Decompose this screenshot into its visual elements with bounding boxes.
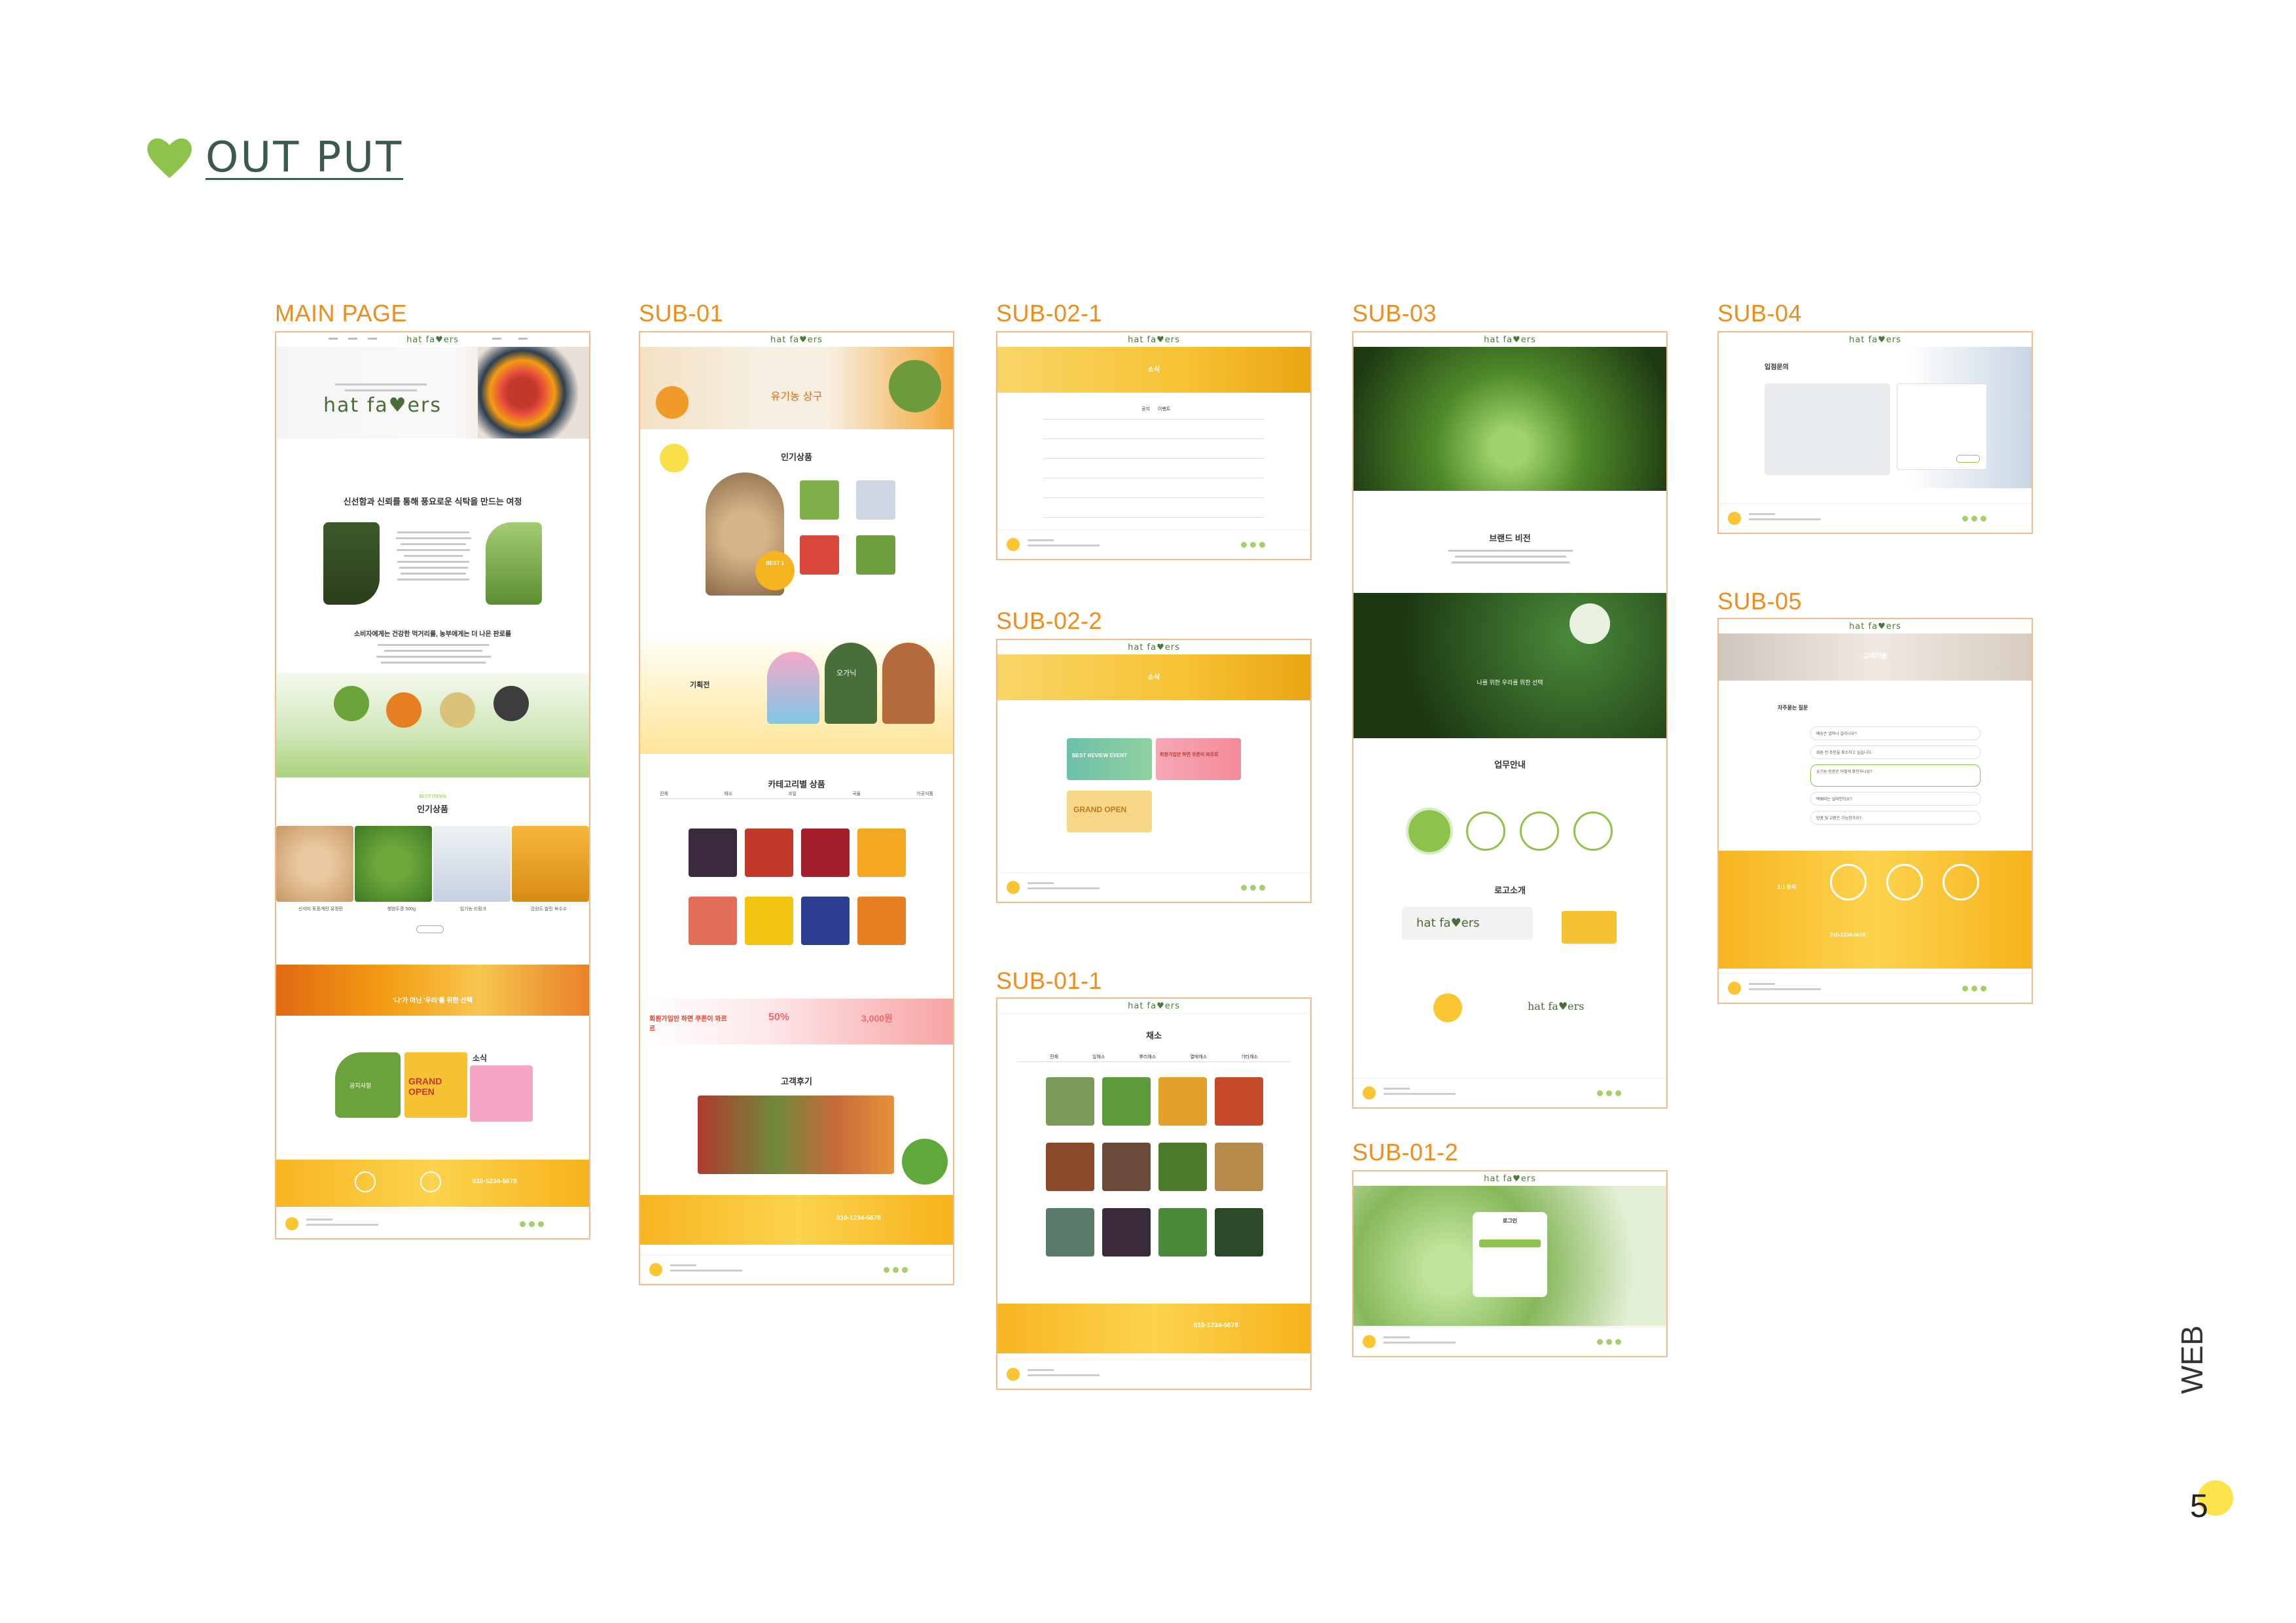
faq-item-5[interactable]: 반품 및 교환은 가능한가요? bbox=[1810, 811, 1981, 825]
category-title: 카테고리별 상품 bbox=[768, 779, 825, 789]
popular-item-1[interactable]: 신석미 토종계란 유정란 bbox=[298, 906, 343, 912]
brand-title: 브랜드 비전 bbox=[1489, 533, 1531, 543]
sub0202-logo[interactable]: hat fa♥ers bbox=[1128, 643, 1180, 652]
sub01-phone: 010-1234-5678 bbox=[836, 1215, 881, 1222]
sub05-banner-title: 고객지원 bbox=[1863, 653, 1888, 660]
cat-tab-grain[interactable]: 곡물 bbox=[852, 791, 861, 797]
sub04-label: SUB-04 bbox=[1717, 300, 1803, 327]
sub0202-panel: hat fa♥ers 소식 BEST REVIEW EVENT 회원가입만 하면… bbox=[996, 639, 1312, 903]
review-title: 고객후기 bbox=[781, 1077, 812, 1086]
sub05-phone: 010-1234-5678 bbox=[1830, 932, 1866, 938]
sub0102-panel: hat fa♥ers 로그인 bbox=[1352, 1170, 1668, 1357]
page-header: OUT PUT bbox=[145, 134, 403, 182]
main-hero: hat fa♥ers bbox=[276, 347, 589, 438]
main-banner-text: '나'가 아닌 '우리'를 위한 선택 bbox=[393, 997, 473, 1005]
sub01-label: SUB-01 bbox=[639, 300, 724, 327]
faq-item-4[interactable]: 택배비는 얼마인가요? bbox=[1810, 792, 1981, 806]
cat-tab-fruit[interactable]: 과일 bbox=[788, 791, 797, 797]
heart-icon bbox=[147, 138, 192, 178]
page-title: OUT PUT bbox=[206, 134, 404, 182]
tab-notice[interactable]: 공지 bbox=[1141, 406, 1150, 412]
main-section1-title: 신선함과 신뢰를 통해 풍요로운 식탁을 만드는 여정 bbox=[343, 497, 522, 507]
sub0201-label: SUB-02-1 bbox=[996, 300, 1103, 327]
sub05-logo[interactable]: hat fa♥ers bbox=[1849, 622, 1901, 632]
side-web-label: WEB bbox=[2175, 1325, 2209, 1394]
sub0102-logo[interactable]: hat fa♥ers bbox=[1484, 1174, 1536, 1184]
sub0202-label: SUB-02-2 bbox=[996, 607, 1103, 634]
logo-intro-title: 로고소개 bbox=[1494, 885, 1526, 895]
logo-sample: hat fa♥ers bbox=[1416, 916, 1480, 930]
coupon-won[interactable]: 3,000원 bbox=[861, 1012, 893, 1025]
faq-item-3[interactable]: 유기농 인증은 어떻게 확인하나요? bbox=[1810, 764, 1981, 787]
cat-tab-all[interactable]: 전체 bbox=[660, 791, 668, 797]
event-card-3[interactable]: GRAND OPEN bbox=[1073, 805, 1126, 814]
veg-tab-etc[interactable]: 기타채소 bbox=[1241, 1054, 1258, 1060]
sub0101-label: SUB-01-1 bbox=[996, 967, 1103, 994]
sub0101-panel: hat fa♥ers 채소 전체 잎채소 뿌리채소 열매채소 기타채소 010-… bbox=[996, 997, 1312, 1390]
sub0102-label: SUB-01-2 bbox=[1352, 1139, 1459, 1166]
sub01-panel: hat fa♥ers 유기농 상구 인기상품 BEST 1 기획전 오가닉 카테… bbox=[639, 331, 954, 1285]
sub05-panel: hat fa♥ers 고객지원 자주묻는 질문 배송은 얼마나 걸리나요? 회원… bbox=[1717, 618, 2033, 1004]
sub04-panel: hat fa♥ers 입점문의 bbox=[1717, 331, 2033, 534]
veg-tab-root[interactable]: 뿌리채소 bbox=[1139, 1054, 1156, 1060]
sub03-logo[interactable]: hat fa♥ers bbox=[1484, 335, 1536, 345]
submit-button[interactable] bbox=[1956, 455, 1980, 463]
more-button[interactable] bbox=[416, 925, 444, 933]
sub0201-banner-title: 소식 bbox=[1147, 366, 1160, 374]
tab-event[interactable]: 이벤트 bbox=[1158, 406, 1170, 412]
cat-tab-veg[interactable]: 채소 bbox=[724, 791, 732, 797]
vision-sub: 나를 위한 우리를 위한 선택 bbox=[1477, 679, 1543, 686]
login-button[interactable] bbox=[1479, 1240, 1541, 1247]
main-page-panel: hat fa♥ers hat fa♥ers 신선함과 신뢰를 통해 풍요로운 식… bbox=[275, 331, 590, 1240]
news-title: 소식 bbox=[473, 1054, 488, 1063]
login-title: 로그인 bbox=[1502, 1218, 1518, 1224]
special-tag: 오가닉 bbox=[836, 669, 857, 677]
popular-title: 인기상품 bbox=[417, 804, 448, 814]
event-card-1[interactable]: BEST REVIEW EVENT bbox=[1072, 753, 1127, 758]
sub03-label: SUB-03 bbox=[1352, 300, 1437, 327]
veg-tab-leaf[interactable]: 잎채소 bbox=[1092, 1054, 1105, 1060]
main-section2-title: 소비자에게는 건강한 먹거리를, 농부에게는 더 나은 판로를 bbox=[353, 631, 512, 638]
sub0101-logo[interactable]: hat fa♥ers bbox=[1128, 1001, 1180, 1011]
main-page-label: MAIN PAGE bbox=[275, 300, 407, 327]
faq-title: 자주묻는 질문 bbox=[1778, 705, 1808, 711]
sub04-title: 입점문의 bbox=[1765, 364, 1789, 371]
main-nav: hat fa♥ers bbox=[276, 332, 589, 348]
hero-logo: hat fa♥ers bbox=[323, 394, 442, 417]
faq-item-1[interactable]: 배송은 얼마나 걸리나요? bbox=[1810, 726, 1981, 740]
logo-sub-text: hat fa♥ers bbox=[1528, 1000, 1585, 1012]
veg-tab-all[interactable]: 전체 bbox=[1050, 1054, 1058, 1060]
news-tag-grand: GRAND OPEN bbox=[408, 1076, 442, 1097]
sub04-logo[interactable]: hat fa♥ers bbox=[1849, 335, 1901, 345]
popular-item-3[interactable]: 임기농 드링크 bbox=[460, 906, 487, 912]
main-phone: 010-5234-5678 bbox=[473, 1178, 517, 1185]
special-title: 기획전 bbox=[690, 681, 710, 689]
page-number-text: 5 bbox=[2190, 1488, 2208, 1524]
sub05-label: SUB-05 bbox=[1717, 588, 1803, 615]
popular-tag: BEST ITEMS bbox=[419, 794, 446, 799]
sub0201-panel: hat fa♥ers 소식 공지 이벤트 bbox=[996, 331, 1312, 560]
main-logo[interactable]: hat fa♥ers bbox=[406, 335, 459, 345]
event-card-2[interactable]: 회원가입만 하면 쿠폰이 와르르 bbox=[1160, 751, 1237, 758]
sub01-popular-title: 인기상품 bbox=[781, 452, 812, 462]
popular-item-2[interactable]: 햇완두콩 500g bbox=[387, 906, 416, 912]
news-tag-notice: 공지사항 bbox=[350, 1082, 372, 1089]
sub0202-banner-title: 소식 bbox=[1147, 674, 1160, 681]
coupon-percent[interactable]: 50% bbox=[768, 1012, 789, 1024]
inquiry-title: 1:1 문의 bbox=[1778, 884, 1797, 890]
sub01-hero-text: 유기농 상구 bbox=[770, 390, 823, 402]
work-title: 업무안내 bbox=[1494, 760, 1526, 770]
sub0101-title: 채소 bbox=[1146, 1031, 1162, 1041]
sub0101-phone: 010-1234-5678 bbox=[1194, 1322, 1238, 1329]
popular-item-4[interactable]: 강원도 찰진 옥수수 bbox=[531, 906, 567, 912]
faq-item-2[interactable]: 회원 전 주문을 취소하고 싶습니다. bbox=[1810, 745, 1981, 759]
sub01-logo[interactable]: hat fa♥ers bbox=[770, 335, 823, 345]
sub0201-logo[interactable]: hat fa♥ers bbox=[1128, 335, 1180, 345]
coupon-title: 회원가입만 하면 쿠폰이 와르르 bbox=[649, 1016, 727, 1033]
veg-tab-fruit[interactable]: 열매채소 bbox=[1190, 1054, 1207, 1060]
sub03-panel: hat fa♥ers 브랜드 비전 나를 위한 우리를 위한 선택 업무안내 로… bbox=[1352, 331, 1668, 1109]
page-number: 5 bbox=[2186, 1480, 2233, 1526]
best-badge: BEST 1 bbox=[766, 560, 785, 566]
cat-tab-processed[interactable]: 가공식품 bbox=[916, 791, 933, 797]
